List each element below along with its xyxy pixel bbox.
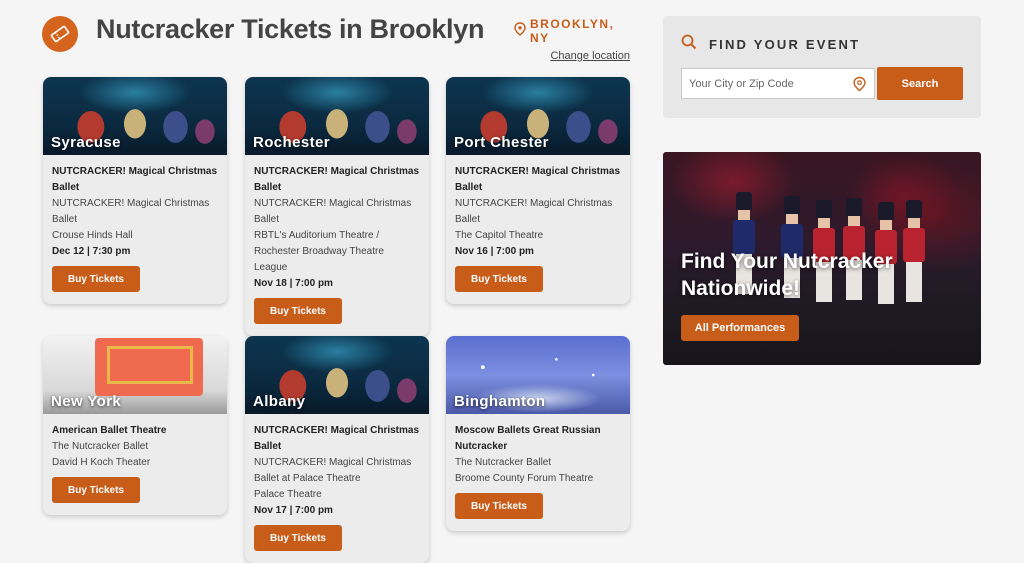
event-card: Binghamton Moscow Ballets Great Russian … bbox=[446, 336, 630, 531]
event-venue: Palace Theatre bbox=[254, 489, 322, 500]
event-card: Syracuse NUTCRACKER! Magical Christmas B… bbox=[43, 77, 227, 304]
current-location: BROOKLYN, NY bbox=[530, 17, 615, 45]
buy-tickets-button[interactable]: Buy Tickets bbox=[455, 493, 543, 519]
event-title: NUTCRACKER! Magical Christmas Ballet bbox=[254, 166, 420, 193]
city-zip-input[interactable] bbox=[682, 69, 849, 98]
event-date: Nov 16 | 7:00 pm bbox=[455, 246, 534, 257]
event-title: NUTCRACKER! Magical Christmas Ballet bbox=[52, 166, 218, 193]
event-image: Syracuse bbox=[43, 77, 227, 155]
all-performances-button[interactable]: All Performances bbox=[681, 315, 799, 341]
buy-tickets-button[interactable]: Buy Tickets bbox=[52, 266, 140, 292]
promo-heading: Find Your Nutcracker Nationwide! bbox=[681, 250, 893, 300]
event-image: Binghamton bbox=[446, 336, 630, 414]
event-venue: Broome County Forum Theatre bbox=[455, 473, 594, 484]
event-venue: David H Koch Theater bbox=[52, 457, 151, 468]
event-subtitle: The Nutcracker Ballet bbox=[455, 457, 552, 468]
card-city: New York bbox=[51, 393, 122, 410]
event-image: Rochester bbox=[245, 77, 429, 155]
promo-banner: Find Your Nutcracker Nationwide! All Per… bbox=[663, 152, 981, 365]
event-image: New York bbox=[43, 336, 227, 414]
event-date: Nov 17 | 7:00 pm bbox=[254, 505, 333, 516]
event-card: Rochester NUTCRACKER! Magical Christmas … bbox=[245, 77, 429, 336]
event-subtitle: The Nutcracker Ballet bbox=[52, 441, 149, 452]
location-pin-icon[interactable] bbox=[853, 76, 866, 97]
event-image: Albany bbox=[245, 336, 429, 414]
location-pin-icon bbox=[514, 21, 526, 41]
change-location-link[interactable]: Change location bbox=[514, 50, 630, 62]
event-subtitle: NUTCRACKER! Magical Christmas Ballet bbox=[254, 198, 412, 225]
card-city: Binghamton bbox=[454, 393, 546, 410]
card-city: Syracuse bbox=[51, 134, 121, 151]
event-title: NUTCRACKER! Magical Christmas Ballet bbox=[455, 166, 621, 193]
ticket-graphic bbox=[95, 338, 203, 396]
search-field bbox=[681, 68, 875, 99]
card-city: Port Chester bbox=[454, 134, 549, 151]
event-card: Albany NUTCRACKER! Magical Christmas Bal… bbox=[245, 336, 429, 563]
event-venue: The Capitol Theatre bbox=[455, 230, 544, 241]
buy-tickets-button[interactable]: Buy Tickets bbox=[455, 266, 543, 292]
ticket-logo-icon bbox=[42, 16, 78, 52]
find-event-title: FIND YOUR EVENT bbox=[709, 37, 861, 52]
event-card: Port Chester NUTCRACKER! Magical Christm… bbox=[446, 77, 630, 304]
event-venue: RBTL's Auditorium Theatre / Rochester Br… bbox=[254, 230, 384, 273]
event-date: Nov 18 | 7:00 pm bbox=[254, 278, 333, 289]
buy-tickets-button[interactable]: Buy Tickets bbox=[254, 525, 342, 551]
event-title: NUTCRACKER! Magical Christmas Ballet bbox=[254, 425, 420, 452]
card-city: Albany bbox=[253, 393, 306, 410]
event-subtitle: NUTCRACKER! Magical Christmas Ballet bbox=[455, 198, 613, 225]
event-image: Port Chester bbox=[446, 77, 630, 155]
event-subtitle: NUTCRACKER! Magical Christmas Ballet at … bbox=[254, 457, 412, 484]
event-venue: Crouse Hinds Hall bbox=[52, 230, 133, 241]
location-widget: BROOKLYN, NY Change location bbox=[514, 17, 630, 62]
event-title: American Ballet Theatre bbox=[52, 425, 167, 436]
page-title: Nutcracker Tickets in Brooklyn bbox=[96, 14, 485, 44]
event-title: Moscow Ballets Great Russian Nutcracker bbox=[455, 425, 601, 452]
buy-tickets-button[interactable]: Buy Tickets bbox=[52, 477, 140, 503]
event-card: New York American Ballet Theatre The Nut… bbox=[43, 336, 227, 515]
search-icon bbox=[681, 34, 697, 55]
find-event-panel: FIND YOUR EVENT Search bbox=[663, 16, 981, 118]
card-city: Rochester bbox=[253, 134, 330, 151]
event-subtitle: NUTCRACKER! Magical Christmas Ballet bbox=[52, 198, 210, 225]
search-button[interactable]: Search bbox=[877, 67, 963, 100]
event-date: Dec 12 | 7:30 pm bbox=[52, 246, 131, 257]
buy-tickets-button[interactable]: Buy Tickets bbox=[254, 298, 342, 324]
